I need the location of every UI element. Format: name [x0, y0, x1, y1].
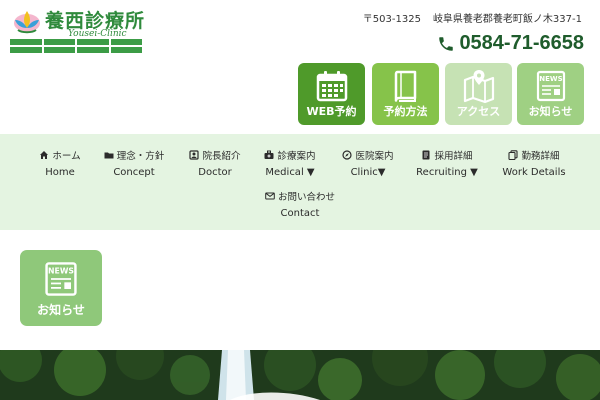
nav-item-label: ホーム [52, 151, 81, 162]
nav-item-medical[interactable]: 診療案内 Medical ▼ [262, 148, 318, 178]
calendar-icon [316, 71, 347, 102]
nav-item-sublabel: Concept [113, 167, 155, 178]
site-logo[interactable]: 養西診療所 Yousei-Clinic [10, 6, 150, 53]
nav-item-label: お問い合わせ [277, 192, 335, 203]
logo-service-tags [10, 39, 142, 53]
news-button[interactable]: NEWS お知らせ [517, 63, 584, 125]
nav-item-sublabel: Clinic▼ [350, 167, 386, 178]
nav-item-doctor[interactable]: 院長紹介 Doctor [188, 148, 242, 178]
svg-text:NEWS: NEWS [539, 75, 562, 83]
nav-item-label: 診療案内 [277, 151, 316, 162]
logo-tag [77, 46, 109, 53]
newspaper-icon: NEWS [45, 262, 77, 296]
logo-tag [10, 39, 42, 45]
logo-tag [110, 39, 142, 45]
newspaper-icon: NEWS [536, 70, 565, 102]
logo-mark-icon [14, 11, 40, 34]
nav-item-sublabel: Medical ▼ [265, 167, 315, 178]
logo-subtitle: Yousei-Clinic [68, 29, 127, 39]
compass-icon [342, 150, 353, 160]
book-icon [394, 70, 416, 102]
profile-icon [189, 150, 200, 160]
site-header: 養西診療所 Yousei-Clinic 〒503-1325 岐阜県養老郡養老町飯ノ… [0, 0, 600, 134]
nav-item-label: 理念・方針 [116, 151, 165, 162]
phone-number: 0584-71-6658 [459, 32, 584, 54]
hero-waterfall-image [0, 350, 600, 400]
global-nav: ホーム Home 理念・方針 Concept 院長紹介 Doctor 診療案内 … [0, 134, 600, 230]
logo-tag [77, 39, 109, 45]
web-reservation-label: WEB予約 [306, 105, 357, 118]
nav-item-sublabel: Doctor [198, 167, 232, 178]
news-side-label: お知らせ [37, 303, 85, 317]
postal-code: 〒503-1325 [362, 14, 421, 25]
nav-item-label: 医院案内 [355, 151, 394, 162]
nav-item-sublabel: Recruiting ▼ [416, 167, 478, 178]
clinic-address: 〒503-1325 岐阜県養老郡養老町飯ノ木337-1 [363, 10, 582, 25]
copy-icon [508, 150, 519, 160]
nav-item-sublabel: Work Details [502, 167, 566, 178]
nav-item-contact[interactable]: お問い合わせ Contact [262, 189, 338, 219]
folder-icon [104, 152, 114, 159]
phone-number-link[interactable]: 0584-71-6658 [437, 32, 584, 55]
nav-item-work-details[interactable]: 勤務詳細 Work Details [500, 148, 568, 178]
nav-item-label: 院長紹介 [202, 151, 241, 162]
svg-text:NEWS: NEWS [48, 266, 74, 275]
nav-item-recruiting[interactable]: 採用詳細 Recruiting ▼ [414, 148, 480, 178]
news-side-button[interactable]: NEWS お知らせ [20, 250, 102, 326]
nav-item-label: 勤務詳細 [521, 151, 560, 162]
web-reservation-button[interactable]: WEB予約 [298, 63, 365, 125]
logo-tag [43, 39, 75, 45]
nav-item-label: 採用詳細 [434, 151, 473, 162]
nav-item-home[interactable]: ホーム Home [36, 148, 84, 178]
news-label: お知らせ [528, 105, 573, 118]
access-button[interactable]: アクセス [445, 63, 512, 125]
mail-icon [265, 192, 275, 200]
reservation-method-label: 予約方法 [383, 105, 428, 118]
nav-item-clinic[interactable]: 医院案内 Clinic▼ [340, 148, 396, 178]
address-text: 岐阜県養老郡養老町飯ノ木337-1 [432, 14, 582, 25]
home-icon [40, 151, 49, 159]
document-icon [422, 150, 430, 160]
logo-tag [43, 46, 75, 53]
nav-item-sublabel: Home [45, 167, 75, 178]
logo-tag [110, 46, 142, 53]
medical-bag-icon [264, 150, 274, 159]
nav-item-concept[interactable]: 理念・方針 Concept [103, 148, 165, 178]
reservation-method-button[interactable]: 予約方法 [372, 63, 439, 125]
logo-tag [10, 46, 42, 53]
phone-icon [439, 36, 454, 51]
waterfall-image [0, 350, 600, 400]
map-icon [463, 70, 494, 104]
access-label: アクセス [456, 105, 501, 118]
nav-item-sublabel: Contact [280, 208, 320, 219]
page: 養西診療所 Yousei-Clinic 〒503-1325 岐阜県養老郡養老町飯ノ… [0, 0, 600, 400]
